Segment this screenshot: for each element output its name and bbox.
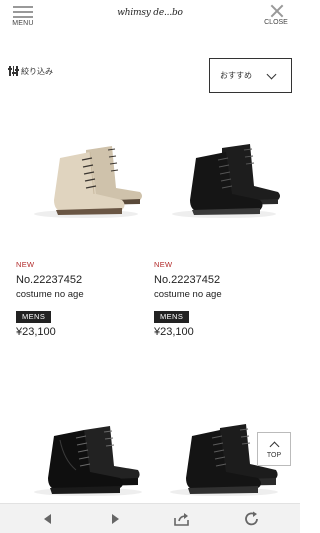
new-badge: NEW — [154, 260, 173, 269]
filter-sliders-icon — [8, 66, 19, 76]
product-image-beige-boot[interactable] — [16, 100, 156, 240]
top-label: TOP — [266, 452, 282, 459]
share-button[interactable] — [173, 511, 191, 527]
chevron-down-icon — [266, 69, 277, 80]
product-brand: costume no age — [154, 289, 222, 300]
menu-button[interactable]: MENU — [10, 6, 36, 30]
category-tag: MENS — [154, 311, 190, 323]
new-badge: NEW — [16, 260, 35, 269]
close-icon — [270, 4, 283, 17]
chevron-up-icon — [269, 441, 280, 452]
product-code: No.22237452 — [16, 274, 83, 286]
sort-dropdown[interactable]: おすすめ — [209, 58, 292, 93]
close-label: CLOSE — [264, 19, 288, 26]
back-arrow-icon — [44, 514, 51, 524]
share-icon — [174, 513, 189, 526]
back-to-top-button[interactable]: TOP — [257, 432, 291, 466]
brand-logo[interactable]: whimsy de...bo — [115, 8, 185, 18]
filter-button[interactable]: 絞り込み — [8, 64, 53, 78]
back-button[interactable] — [39, 511, 57, 527]
reload-icon — [245, 511, 258, 526]
menu-label: MENU — [12, 20, 34, 27]
category-tag: MENS — [16, 311, 52, 323]
sort-selected-value: おすすめ — [220, 71, 252, 80]
forward-button[interactable] — [106, 511, 124, 527]
app-header: MENU whimsy de...bo CLOSE — [0, 0, 300, 36]
forward-arrow-icon — [112, 514, 119, 524]
product-price: ¥23,100 — [16, 326, 56, 338]
product-code: No.22237452 — [154, 274, 221, 286]
close-button[interactable]: CLOSE — [262, 4, 290, 30]
product-brand: costume no age — [16, 289, 84, 300]
reload-button[interactable] — [243, 511, 261, 527]
filter-label: 絞り込み — [21, 66, 53, 76]
product-price: ¥23,100 — [154, 326, 194, 338]
hamburger-icon — [13, 6, 33, 18]
browser-toolbar — [0, 503, 300, 533]
product-image-black-boot[interactable] — [154, 100, 294, 240]
